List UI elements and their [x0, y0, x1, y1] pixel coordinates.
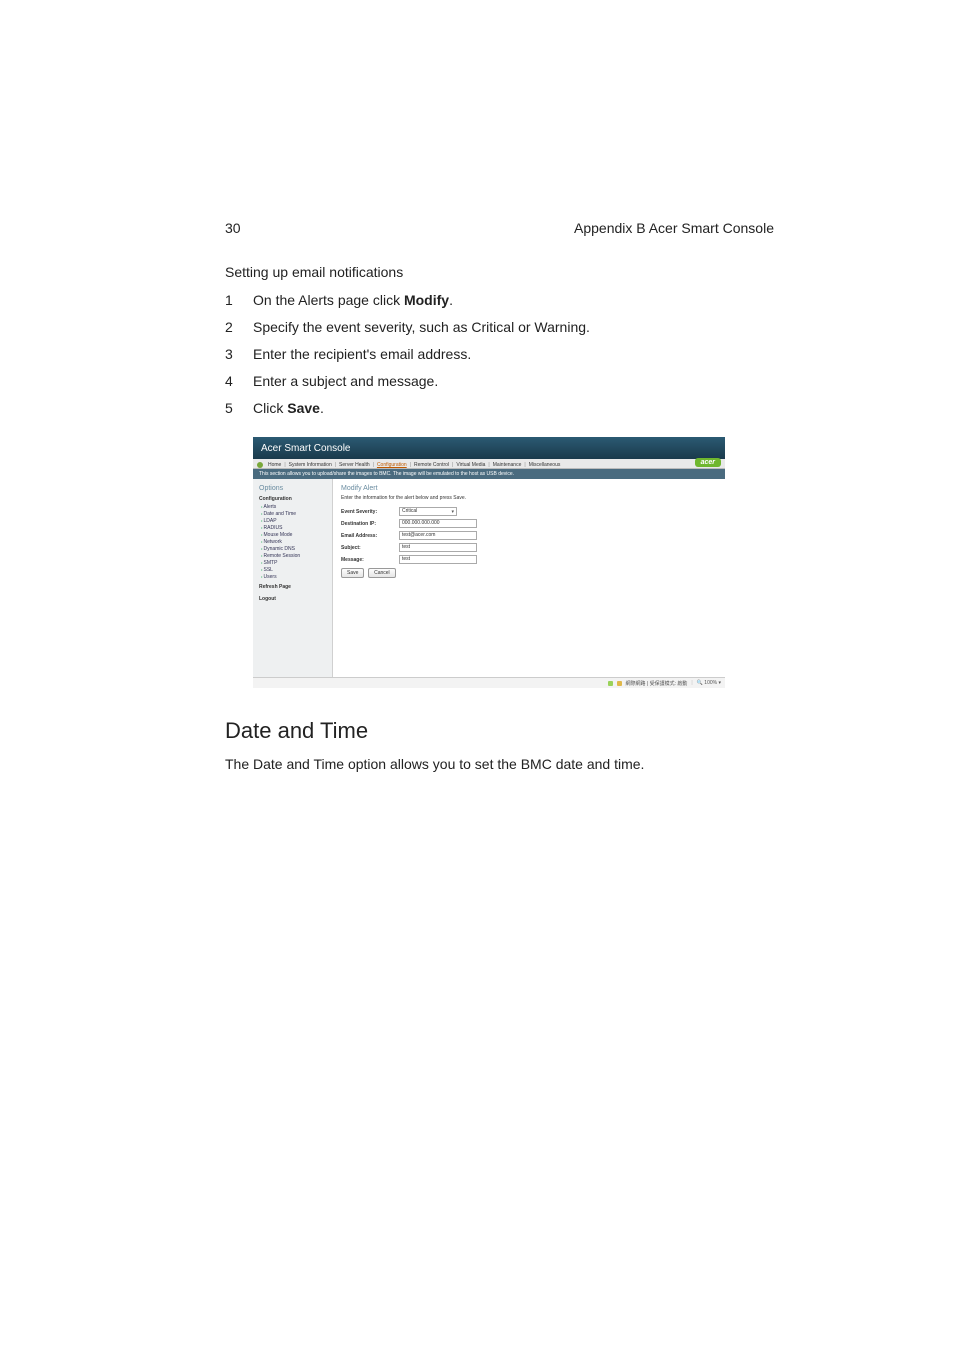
- protected-mode-icon: [617, 681, 622, 686]
- step-number: 4: [225, 371, 253, 392]
- sidebar-item-smtp[interactable]: SMTP: [261, 560, 328, 566]
- label-message: Message:: [341, 557, 399, 563]
- tab-system-information[interactable]: System Information: [289, 462, 332, 468]
- sidebar-item-ssl[interactable]: SSL: [261, 567, 328, 573]
- window-titlebar: Acer Smart Console acer: [253, 437, 725, 459]
- status-text: 網際網路 | 受保護模式: 啟動: [626, 680, 688, 687]
- label-event-severity: Event Severity:: [341, 509, 399, 515]
- sidebar-item-network[interactable]: Network: [261, 539, 328, 545]
- label-email-address: Email Address:: [341, 533, 399, 539]
- chevron-down-icon: ▾: [451, 509, 454, 515]
- label-destination-ip: Destination IP:: [341, 521, 399, 527]
- window-title: Acer Smart Console: [261, 443, 350, 454]
- input-message[interactable]: test: [399, 555, 477, 564]
- tab-server-health[interactable]: Server Health: [339, 462, 370, 468]
- tab-miscellaneous[interactable]: Miscellaneous: [529, 462, 561, 468]
- sidebar-item-dynamic-dns[interactable]: Dynamic DNS: [261, 546, 328, 552]
- step-4-text: Enter a subject and message.: [253, 371, 774, 392]
- sidebar-refresh[interactable]: Refresh Page: [259, 584, 328, 590]
- sidebar-item-remote-session[interactable]: Remote Session: [261, 553, 328, 559]
- sidebar-item-users[interactable]: Users: [261, 574, 328, 580]
- select-event-severity[interactable]: Critical ▾: [399, 507, 457, 516]
- tab-home[interactable]: Home: [268, 462, 281, 468]
- input-destination-ip[interactable]: 000.000.000.000: [399, 519, 477, 528]
- sidebar: Options Configuration Alerts Date and Ti…: [253, 479, 333, 677]
- tab-remote-control[interactable]: Remote Control: [414, 462, 449, 468]
- sidebar-title: Options: [259, 485, 328, 492]
- embedded-screenshot: Acer Smart Console acer Home| System Inf…: [253, 437, 725, 688]
- sidebar-item-ldap[interactable]: LDAP: [261, 518, 328, 524]
- acer-logo: acer: [695, 458, 721, 467]
- step-5-text: Click Save.: [253, 398, 774, 419]
- step-2-text: Specify the event severity, such as Crit…: [253, 317, 774, 338]
- sidebar-item-mouse-mode[interactable]: Mouse Mode: [261, 532, 328, 538]
- internet-zone-icon: [608, 681, 613, 686]
- step-number: 3: [225, 344, 253, 365]
- label-subject: Subject:: [341, 545, 399, 551]
- form-title: Modify Alert: [341, 485, 717, 492]
- home-icon[interactable]: [257, 462, 263, 468]
- info-strip: This section allows you to upload/share …: [253, 469, 725, 479]
- page-number: 30: [225, 220, 241, 236]
- step-3-text: Enter the recipient's email address.: [253, 344, 774, 365]
- step-1-text: On the Alerts page click Modify.: [253, 290, 774, 311]
- form-description: Enter the information for the alert belo…: [341, 495, 717, 501]
- tab-maintenance[interactable]: Maintenance: [493, 462, 522, 468]
- sidebar-logout[interactable]: Logout: [259, 596, 328, 602]
- form-panel: Modify Alert Enter the information for t…: [333, 479, 725, 677]
- sidebar-group-configuration: Configuration: [259, 496, 328, 502]
- step-number: 5: [225, 398, 253, 419]
- steps-list: 1 On the Alerts page click Modify. 2 Spe…: [225, 290, 774, 419]
- subheading: Setting up email notifications: [225, 264, 774, 280]
- sidebar-item-alerts[interactable]: Alerts: [261, 504, 328, 510]
- sidebar-item-date-and-time[interactable]: Date and Time: [261, 511, 328, 517]
- cancel-button[interactable]: Cancel: [368, 568, 396, 578]
- zoom-level[interactable]: 🔍 100% ▾: [697, 680, 721, 686]
- tab-configuration[interactable]: Configuration: [377, 462, 407, 468]
- input-subject[interactable]: test: [399, 543, 477, 552]
- status-bar: 網際網路 | 受保護模式: 啟動 | 🔍 100% ▾: [253, 677, 725, 688]
- input-email-address[interactable]: test@acer.com: [399, 531, 477, 540]
- sidebar-item-radius[interactable]: RADIUS: [261, 525, 328, 531]
- step-number: 2: [225, 317, 253, 338]
- nav-tabs: Home| System Information| Server Health|…: [253, 459, 725, 469]
- save-button[interactable]: Save: [341, 568, 364, 578]
- appendix-label: Appendix B Acer Smart Console: [574, 220, 774, 236]
- step-number: 1: [225, 290, 253, 311]
- tab-virtual-media[interactable]: Virtual Media: [456, 462, 485, 468]
- section-heading-date-and-time: Date and Time: [225, 718, 774, 744]
- section-paragraph: The Date and Time option allows you to s…: [225, 754, 774, 774]
